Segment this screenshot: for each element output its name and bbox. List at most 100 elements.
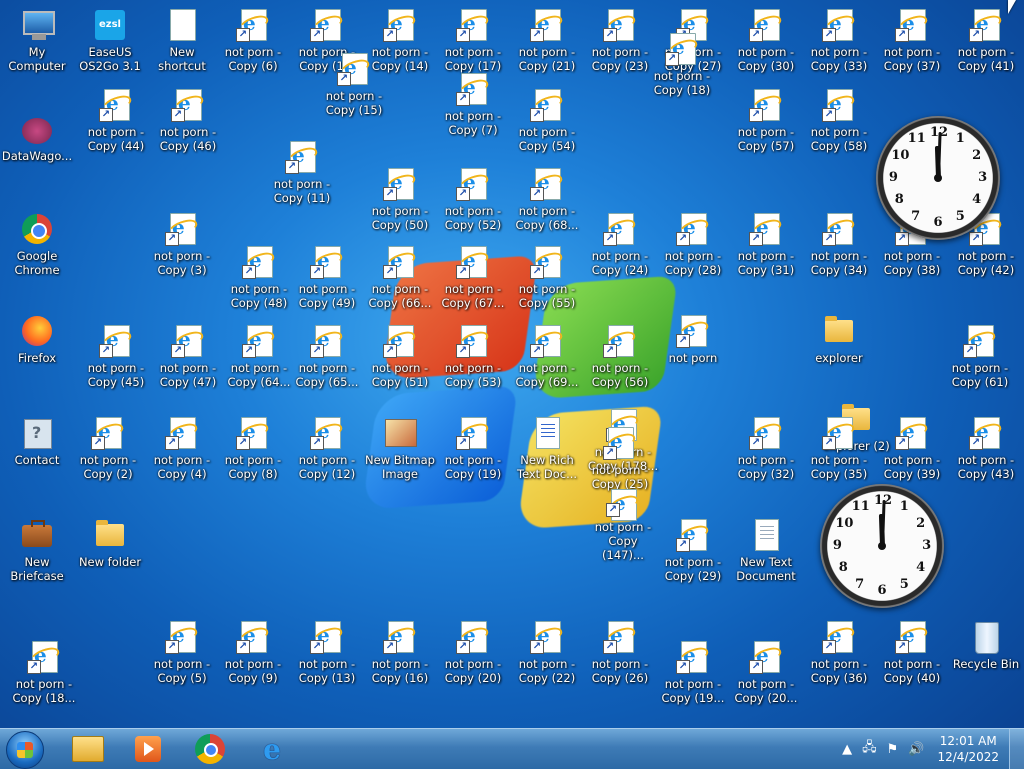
show-hidden-icons-button[interactable]: ▲ bbox=[842, 742, 852, 757]
html-shortcut-icon: e↗ bbox=[530, 324, 565, 358]
desktop-item[interactable]: e ↗ not porn - Copy (18... bbox=[7, 638, 81, 714]
desktop-item[interactable]: e ↗ not porn - Copy (2) bbox=[71, 414, 145, 490]
system-tray: ▲ 🖧 ⚑ 🔊 12:01 AM 12/4/2022 bbox=[837, 729, 1024, 769]
desktop-item[interactable]: e ↗ not porn - Copy (31) bbox=[729, 210, 803, 286]
desktop-item[interactable]: e ↗ not porn - Copy (36) bbox=[802, 618, 876, 694]
desktop-item[interactable]: DataWago... bbox=[0, 110, 74, 186]
html-shortcut-icon: e↗ bbox=[456, 72, 491, 106]
taskbar-clock[interactable]: 12:01 AM 12/4/2022 bbox=[937, 733, 999, 765]
desktop-item[interactable]: e ↗ not porn - Copy (7) bbox=[436, 70, 510, 146]
desktop-item[interactable]: e ↗ not porn - Copy (22) bbox=[510, 618, 584, 694]
desktop-item[interactable]: e ↗ not porn - Copy (53) bbox=[436, 322, 510, 398]
desktop-item[interactable]: e ↗ not porn - Copy (69... bbox=[510, 322, 584, 398]
desktop-item[interactable]: e ↗ not porn - Copy (32) bbox=[729, 414, 803, 490]
clock-number: 5 bbox=[955, 208, 965, 224]
desktop-item[interactable]: e ↗ not porn - Copy (24) bbox=[583, 210, 657, 286]
desktop-item[interactable]: e ↗ not porn - Copy (52) bbox=[436, 165, 510, 241]
desktop-item[interactable]: ezsl EaseUS OS2Go 3.1 bbox=[73, 6, 147, 82]
desktop-item[interactable]: e ↗ not porn - Copy (47) bbox=[151, 322, 225, 398]
desktop-item[interactable]: New folder bbox=[73, 516, 147, 592]
desktop-item[interactable]: e ↗ not porn - Copy (5) bbox=[145, 618, 219, 694]
desktop-item[interactable]: e ↗ not porn - Copy (3) bbox=[145, 210, 219, 286]
html-shortcut-icon: e↗ bbox=[822, 88, 857, 122]
desktop-item[interactable]: e ↗ not porn - Copy (43) bbox=[949, 414, 1023, 490]
media-player-taskbar-button[interactable] bbox=[120, 731, 176, 767]
desktop-item[interactable]: Contact bbox=[0, 414, 74, 490]
desktop-item[interactable]: e ↗ not porn - Copy (20... bbox=[729, 638, 803, 714]
desktop-item-label: not porn - Copy (31) bbox=[737, 249, 795, 277]
desktop-item[interactable]: e ↗ not porn - Copy (41) bbox=[949, 6, 1023, 82]
desktop-item[interactable]: e ↗ not porn - Copy (55) bbox=[510, 243, 584, 319]
show-desktop-button[interactable] bbox=[1009, 729, 1024, 769]
desktop-item[interactable]: e ↗ not porn - Copy (28) bbox=[656, 210, 730, 286]
start-button[interactable] bbox=[6, 731, 44, 769]
desktop-item[interactable]: e↗not porn - Copy (147)... bbox=[586, 486, 660, 562]
desktop-item[interactable]: e ↗ not porn - Copy (9) bbox=[216, 618, 290, 694]
desktop-item[interactable]: New Briefcase bbox=[0, 516, 74, 592]
desktop-item[interactable]: My Computer bbox=[0, 6, 74, 82]
desktop-item[interactable]: e ↗ not porn - Copy (54) bbox=[510, 86, 584, 162]
desktop-item[interactable]: New shortcut bbox=[145, 6, 219, 82]
taskbar: e ▲ 🖧 ⚑ 🔊 12:01 AM 12/4/2022 bbox=[0, 728, 1024, 769]
desktop-item[interactable]: e ↗ not porn - Copy (39) bbox=[875, 414, 949, 490]
desktop-item[interactable]: e ↗ not porn - Copy (45) bbox=[79, 322, 153, 398]
desktop-item[interactable]: e ↗ not porn - Copy (64... bbox=[222, 322, 296, 398]
volume-icon[interactable]: 🔊 bbox=[908, 742, 924, 757]
desktop[interactable]: My Computer ezsl EaseUS OS2Go 3.1 New short… bbox=[0, 0, 1024, 728]
desktop-item[interactable]: e ↗ not porn - Copy (66... bbox=[363, 243, 437, 319]
desktop-item[interactable]: e ↗ not porn - Copy (20) bbox=[436, 618, 510, 694]
desktop-item[interactable]: e ↗ not porn - Copy (11) bbox=[265, 138, 339, 214]
desktop-item[interactable]: e ↗ not porn - Copy (6) bbox=[216, 6, 290, 82]
desktop-item[interactable]: New Rich Text Doc... bbox=[510, 414, 584, 490]
desktop-item[interactable]: e ↗ not porn - Copy (46) bbox=[151, 86, 225, 162]
desktop-item[interactable]: e ↗ not porn - Copy (18) bbox=[645, 30, 719, 106]
desktop-item[interactable]: e ↗ not porn - Copy (48) bbox=[222, 243, 296, 319]
desktop-item[interactable]: e ↗ not porn - Copy (65... bbox=[290, 322, 364, 398]
desktop-item[interactable]: e ↗ not porn - Copy (16) bbox=[363, 618, 437, 694]
explorer-taskbar-button[interactable] bbox=[60, 731, 116, 767]
desktop-item[interactable]: e ↗ not porn bbox=[656, 312, 730, 388]
desktop-item[interactable]: e ↗ not porn - Copy (40) bbox=[875, 618, 949, 694]
desktop-item[interactable]: e ↗ not porn - Copy (67... bbox=[436, 243, 510, 319]
clock-gadget-bottom[interactable]: 121234567891011 bbox=[820, 484, 944, 608]
desktop-item[interactable]: e ↗ not porn - Copy (37) bbox=[875, 6, 949, 82]
action-center-flag-icon[interactable]: ⚑ bbox=[887, 742, 899, 757]
desktop-item[interactable]: e ↗ not porn - Copy (15) bbox=[317, 50, 391, 126]
desktop-item[interactable]: e ↗ not porn - Copy (50) bbox=[363, 165, 437, 241]
clock-number: 3 bbox=[978, 170, 988, 185]
desktop-item[interactable]: e ↗ not porn - Copy (49) bbox=[290, 243, 364, 319]
desktop-item[interactable]: e ↗ not porn - Copy (19... bbox=[656, 638, 730, 714]
desktop-item[interactable]: Firefox bbox=[0, 312, 74, 388]
desktop-item[interactable]: e ↗ not porn - Copy (33) bbox=[802, 6, 876, 82]
desktop-item[interactable]: e ↗ not porn - Copy (30) bbox=[729, 6, 803, 82]
ie-taskbar-button[interactable]: e bbox=[244, 731, 300, 767]
network-icon[interactable]: 🖧 bbox=[862, 738, 877, 760]
clock-number: 6 bbox=[877, 582, 887, 598]
clock-gadget-top[interactable]: 121234567891011 bbox=[876, 116, 1000, 240]
desktop-item[interactable]: e ↗ not porn - Copy (56) bbox=[583, 322, 657, 398]
desktop-item[interactable]: e ↗ not porn - Copy (4) bbox=[145, 414, 219, 490]
desktop-item[interactable]: e ↗ not porn - Copy (34) bbox=[802, 210, 876, 286]
desktop-item[interactable]: e ↗ not porn - Copy (29) bbox=[656, 516, 730, 592]
desktop-item[interactable]: e ↗ not porn - Copy (57) bbox=[729, 86, 803, 162]
html-shortcut-icon: e↗ bbox=[676, 640, 711, 674]
desktop-item[interactable]: e ↗ not porn - Copy (26) bbox=[583, 618, 657, 694]
desktop-item[interactable]: New Bitmap Image bbox=[363, 414, 437, 490]
desktop-item[interactable]: e ↗ not porn - Copy (21) bbox=[510, 6, 584, 82]
desktop-item-label: not porn - Copy (55) bbox=[518, 282, 576, 310]
desktop-item[interactable]: e ↗ not porn - Copy (35) bbox=[802, 414, 876, 490]
desktop-item[interactable]: e ↗ not porn - Copy (8) bbox=[216, 414, 290, 490]
chrome-taskbar-button[interactable] bbox=[182, 731, 238, 767]
desktop-item[interactable]: e ↗ not porn - Copy (19) bbox=[436, 414, 510, 490]
desktop-item[interactable]: e ↗ not porn - Copy (61) bbox=[943, 322, 1017, 398]
desktop-item[interactable]: e ↗ not porn - Copy (13) bbox=[290, 618, 364, 694]
desktop-item[interactable]: New Text Document bbox=[729, 516, 803, 592]
desktop-item[interactable]: Recycle Bin bbox=[949, 618, 1023, 694]
desktop-item[interactable]: explorer bbox=[802, 312, 876, 388]
desktop-item[interactable]: e ↗ not porn - Copy (12) bbox=[290, 414, 364, 490]
desktop-item[interactable]: e ↗ not porn - Copy (44) bbox=[79, 86, 153, 162]
desktop-item[interactable]: e ↗ not porn - Copy (51) bbox=[363, 322, 437, 398]
desktop-item[interactable]: Google Chrome bbox=[0, 210, 74, 286]
desktop-item[interactable]: e ↗ not porn - Copy (68... bbox=[510, 165, 584, 241]
desktop-item[interactable]: e ↗ not porn - Copy (58) bbox=[802, 86, 876, 162]
